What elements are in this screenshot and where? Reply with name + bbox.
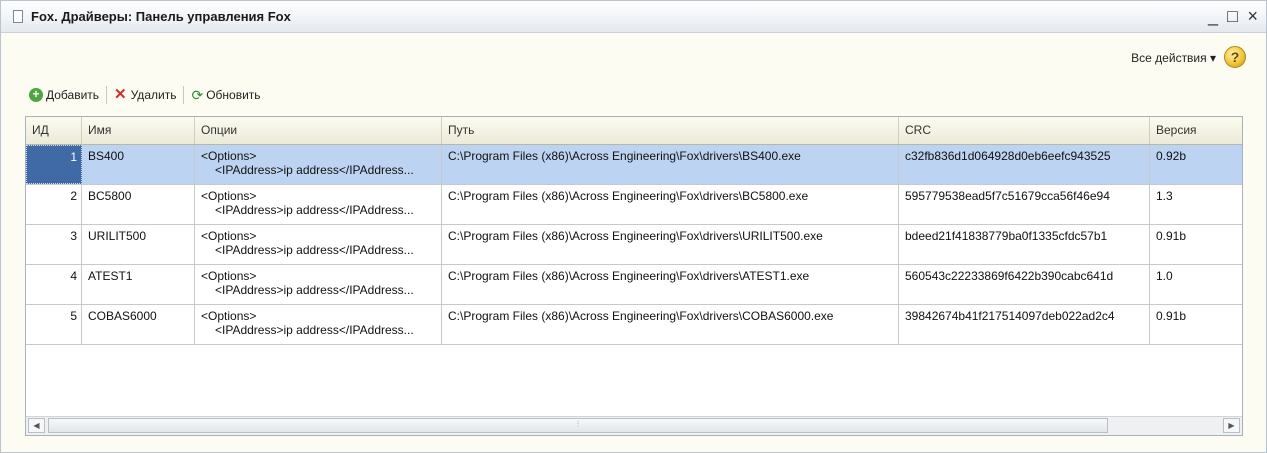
- cell-name: BC5800: [82, 185, 195, 224]
- refresh-button-label: Обновить: [206, 88, 261, 102]
- table-row[interactable]: 5 COBAS6000 <Options> <IPAddress>ip addr…: [26, 305, 1242, 345]
- delete-button[interactable]: ✕ Удалить: [114, 86, 177, 103]
- all-actions-menu[interactable]: Все действия ▾: [1131, 51, 1216, 65]
- cell-name: ATEST1: [82, 265, 195, 304]
- cell-version: 0.91b: [1156, 309, 1187, 323]
- cell-options: <Options> <IPAddress>ip address</IPAddre…: [195, 265, 442, 304]
- cell-id: 2: [26, 185, 82, 224]
- table-row[interactable]: 4 ATEST1 <Options> <IPAddress>ip address…: [26, 265, 1242, 305]
- options-line: <Options>: [201, 229, 257, 243]
- refresh-icon: ⟳: [191, 87, 204, 103]
- cell-id: 1: [26, 145, 82, 184]
- cell-crc: 560543c22233869f6422b390cabc641d: [899, 265, 1150, 304]
- options-line: <IPAddress>ip address</IPAddress...: [215, 283, 414, 297]
- options-line: <IPAddress>ip address</IPAddress...: [215, 203, 414, 217]
- column-header-path[interactable]: Путь: [442, 117, 899, 144]
- add-button-label: Добавить: [46, 88, 100, 102]
- table-row[interactable]: 1 BS400 <Options> <IPAddress>ip address<…: [26, 145, 1242, 185]
- cell-name: URILIT500: [82, 225, 195, 264]
- cell-crc: bdeed21f41838779ba0f1335cfdc57b1: [899, 225, 1150, 264]
- cell-name: BS400: [82, 145, 195, 184]
- options-line: <Options>: [201, 149, 257, 163]
- title-bar[interactable]: Fox. Драйверы: Панель управления Fox _ □…: [1, 1, 1266, 33]
- cell-version: 1.0: [1156, 269, 1173, 283]
- cell-path: C:\Program Files (x86)\Across Engineerin…: [442, 225, 899, 264]
- table-header: ИД Имя Опции Путь CRC Версия: [26, 117, 1242, 145]
- cell-crc: 39842674b41f217514097deb022ad2c4: [899, 305, 1150, 344]
- cell-path: C:\Program Files (x86)\Across Engineerin…: [442, 305, 899, 344]
- plus-icon: +: [29, 88, 43, 102]
- scroll-right-arrow-icon[interactable]: ▶: [1223, 418, 1240, 433]
- cell-crc: 595779538ead5f7c51679cca56f46e94: [899, 185, 1150, 224]
- cell-crc: c32fb836d1d064928d0eb6eefc943525: [899, 145, 1150, 184]
- table-row[interactable]: 3 URILIT500 <Options> <IPAddress>ip addr…: [26, 225, 1242, 265]
- cell-name: COBAS6000: [82, 305, 195, 344]
- refresh-button[interactable]: ⟳ Обновить: [191, 88, 260, 102]
- options-line: <Options>: [201, 189, 257, 203]
- cell-options: <Options> <IPAddress>ip address</IPAddre…: [195, 145, 442, 184]
- scroll-left-arrow-icon[interactable]: ◀: [28, 418, 45, 433]
- cell-path: C:\Program Files (x86)\Across Engineerin…: [442, 265, 899, 304]
- column-header-version[interactable]: Версия: [1150, 117, 1242, 144]
- cell-id: 3: [26, 225, 82, 264]
- options-line: <IPAddress>ip address</IPAddress...: [215, 243, 414, 257]
- options-line: <IPAddress>ip address</IPAddress...: [215, 163, 414, 177]
- column-header-crc[interactable]: CRC: [899, 117, 1150, 144]
- toolbar-divider: [106, 86, 108, 104]
- add-button[interactable]: + Добавить: [29, 88, 99, 102]
- cell-path: C:\Program Files (x86)\Across Engineerin…: [442, 185, 899, 224]
- column-header-id[interactable]: ИД: [26, 117, 82, 144]
- cell-path: C:\Program Files (x86)\Across Engineerin…: [442, 145, 899, 184]
- table-row[interactable]: 2 BC5800 <Options> <IPAddress>ip address…: [26, 185, 1242, 225]
- delete-x-icon: ✕: [114, 86, 127, 103]
- column-header-options[interactable]: Опции: [195, 117, 442, 144]
- cell-options: <Options> <IPAddress>ip address</IPAddre…: [195, 225, 442, 264]
- cell-version: 0.92b: [1156, 149, 1187, 163]
- cell-options: <Options> <IPAddress>ip address</IPAddre…: [195, 185, 442, 224]
- drivers-table[interactable]: ИД Имя Опции Путь CRC Версия 1 BS400 <Op…: [25, 116, 1243, 436]
- cell-version: 0.91b: [1156, 229, 1187, 243]
- column-header-name[interactable]: Имя: [82, 117, 195, 144]
- scrollbar-thumb[interactable]: ⋮: [48, 418, 1108, 433]
- cell-options: <Options> <IPAddress>ip address</IPAddre…: [195, 305, 442, 344]
- toolbar: + Добавить ✕ Удалить ⟳ Обновить: [29, 84, 261, 106]
- cell-id: 4: [26, 265, 82, 304]
- minimize-button[interactable]: _: [1208, 6, 1218, 26]
- options-line: <IPAddress>ip address</IPAddress...: [215, 323, 414, 337]
- window-title: Fox. Драйверы: Панель управления Fox: [31, 9, 291, 24]
- horizontal-scrollbar[interactable]: ◀ ⋮ ▶: [26, 416, 1242, 435]
- document-icon: [13, 10, 23, 23]
- toolbar-divider: [183, 86, 185, 104]
- options-line: <Options>: [201, 309, 257, 323]
- cell-version: 1.3: [1156, 189, 1173, 203]
- options-line: <Options>: [201, 269, 257, 283]
- fox-drivers-window: Fox. Драйверы: Панель управления Fox _ □…: [0, 0, 1267, 453]
- help-icon[interactable]: ?: [1224, 46, 1246, 68]
- delete-button-label: Удалить: [130, 88, 177, 102]
- maximize-button[interactable]: □: [1227, 6, 1238, 26]
- close-button[interactable]: ×: [1247, 6, 1258, 26]
- cell-id: 5: [26, 305, 82, 344]
